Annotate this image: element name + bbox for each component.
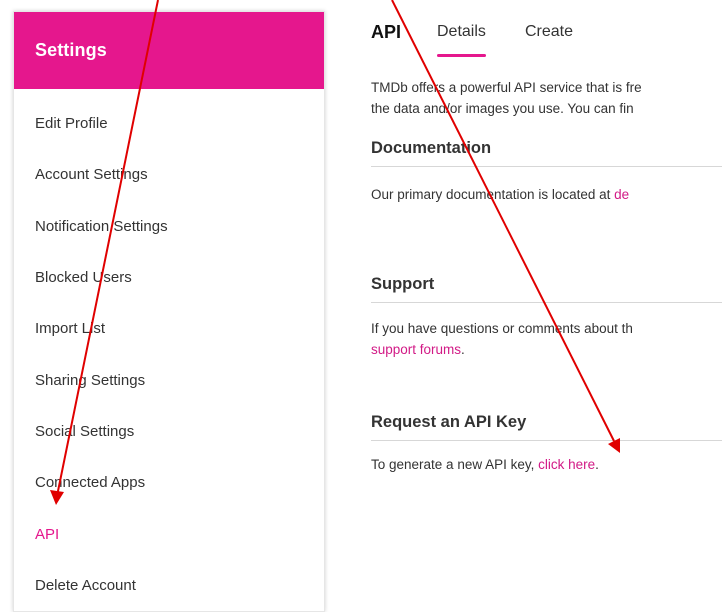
request-sentence: To generate a new API key,	[371, 457, 539, 472]
sidebar-item-account-settings[interactable]: Account Settings	[35, 166, 148, 183]
page-title: API	[371, 22, 402, 42]
request-divider	[371, 440, 722, 441]
request-suffix: .	[595, 457, 599, 472]
support-text: If you have questions or comments about …	[371, 321, 633, 336]
sidebar-item-edit-profile[interactable]: Edit Profile	[35, 115, 108, 132]
documentation-text: Our primary documentation is located at …	[371, 185, 629, 205]
support-divider	[371, 302, 722, 303]
documentation-sentence: Our primary documentation is located at	[371, 187, 615, 202]
documentation-heading: Documentation	[371, 139, 492, 157]
request-text: To generate a new API key, click here.	[371, 455, 599, 475]
sidebar-item-delete-account[interactable]: Delete Account	[35, 577, 136, 594]
intro-line-2: the data and/or images you use. You can …	[371, 101, 634, 116]
sidebar-item-import-list[interactable]: Import List	[35, 320, 105, 337]
support-link-line: support forums.	[371, 340, 465, 360]
support-suffix: .	[461, 342, 465, 357]
tab-create[interactable]: Create	[525, 23, 573, 41]
request-api-key-heading: Request an API Key	[371, 413, 527, 431]
sidebar-item-sharing-settings[interactable]: Sharing Settings	[35, 372, 145, 389]
intro-line-1: TMDb offers a powerful API service that …	[371, 80, 642, 95]
sidebar-item-connected-apps[interactable]: Connected Apps	[35, 474, 145, 491]
tab-details[interactable]: Details	[437, 23, 486, 57]
sidebar-title: Settings	[35, 40, 107, 60]
sidebar-item-api[interactable]: API	[35, 526, 59, 543]
documentation-divider	[371, 166, 722, 167]
settings-sidebar: Settings Edit Profile Account Settings N…	[13, 11, 325, 612]
click-here-link[interactable]: click here	[538, 457, 595, 472]
api-main-panel: API Details Create TMDb offers a powerfu…	[371, 0, 722, 612]
sidebar-header: Settings	[14, 12, 324, 89]
sidebar-item-blocked-users[interactable]: Blocked Users	[35, 269, 132, 286]
sidebar-item-notification-settings[interactable]: Notification Settings	[35, 218, 168, 235]
sidebar-item-social-settings[interactable]: Social Settings	[35, 423, 134, 440]
documentation-link[interactable]: de	[614, 187, 629, 202]
support-heading: Support	[371, 275, 435, 293]
support-forums-link[interactable]: support forums	[371, 342, 461, 357]
